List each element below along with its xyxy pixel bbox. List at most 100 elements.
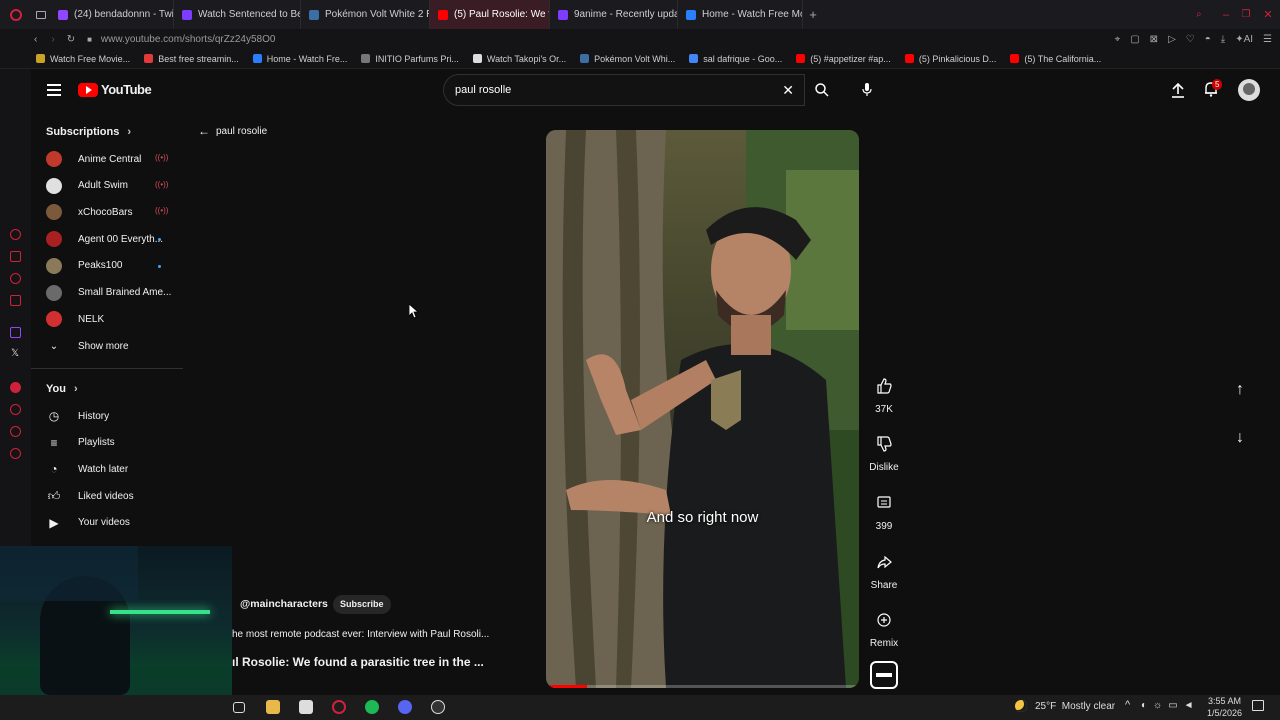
new-tab-button[interactable]: + <box>803 0 823 29</box>
opera-taskbar-icon[interactable] <box>332 700 346 714</box>
bookmark-item[interactable]: (5) #appetizer #ap... <box>796 54 891 64</box>
sidebar-subscription-item[interactable]: Small Brained Ame... <box>46 282 171 304</box>
video-description[interactable]: he most remote podcast ever: Interview w… <box>232 629 489 640</box>
hamburger-menu-icon[interactable] <box>47 84 61 96</box>
voice-search-button[interactable] <box>855 79 879 101</box>
sidebar-history-icon[interactable] <box>10 404 21 415</box>
back-to-search-link[interactable]: ← paul rosolie <box>198 124 267 138</box>
tab-overview-icon[interactable] <box>32 0 50 29</box>
shorts-video-player[interactable]: And so right now <box>546 130 859 688</box>
browser-tab[interactable]: (5) Paul Rosolie: We fo <box>430 0 550 29</box>
favorite-icon[interactable]: ♡ <box>1186 34 1195 45</box>
subscribe-button[interactable]: Subscribe <box>333 595 391 614</box>
upload-button[interactable] <box>1170 81 1186 99</box>
obs-taskbar-icon[interactable] <box>431 700 445 714</box>
bookmark-item[interactable]: (5) Pinkalicious D... <box>904 54 996 64</box>
browser-tab[interactable]: Home - Watch Free Movie <box>678 0 803 29</box>
sidebar-messenger-icon[interactable] <box>10 273 21 284</box>
next-short-button[interactable]: ↓ <box>1236 429 1244 447</box>
video-title[interactable]: ıl Rosolie: We found a parasitic tree in… <box>232 655 484 669</box>
sidebar-you-item[interactable]: 👍︎ Liked videos <box>46 485 134 507</box>
close-window-button[interactable]: ✕ <box>1256 8 1280 21</box>
browser-tab[interactable]: (24) bendadonnn - Twitch <box>50 0 174 29</box>
share-button[interactable]: Share <box>866 552 902 591</box>
clock-date[interactable]: 1/5/2026 <box>1207 708 1242 718</box>
sidebar-x-icon[interactable]: 𝕏 <box>11 348 19 359</box>
sidebar-bag-icon[interactable] <box>10 251 21 262</box>
menu-icon[interactable]: ☰ <box>1263 34 1272 45</box>
snapshot-icon[interactable]: ▢ <box>1130 34 1139 45</box>
audio-source-thumbnail[interactable] <box>870 661 898 689</box>
forward-icon[interactable]: › <box>51 34 54 45</box>
sidebar-gmail-icon[interactable] <box>10 295 21 306</box>
search-input[interactable] <box>455 84 755 96</box>
sidebar-subscription-item[interactable]: Peaks100 <box>46 255 122 277</box>
bookmark-item[interactable]: sal dafrique - Goo... <box>689 54 782 64</box>
search-tabs-icon[interactable]: ⌕ <box>1196 9 1216 20</box>
sidebar-you-item[interactable]: ≡ Playlists <box>46 432 114 454</box>
like-button[interactable]: 37K <box>866 376 902 415</box>
sidebar-spotify-icon[interactable] <box>10 382 21 393</box>
sidebar-twitch-icon[interactable] <box>10 327 21 338</box>
bookmark-favicon-icon <box>580 54 590 63</box>
download-icon[interactable]: ⤓ <box>1221 34 1225 45</box>
bookmark-item[interactable]: Watch Free Movie... <box>36 54 130 64</box>
tray-chevron-icon[interactable]: ^ <box>1125 699 1130 711</box>
account-icon[interactable]: ◓ <box>1205 34 1211 45</box>
pin-icon[interactable]: ⌖ <box>1115 34 1121 45</box>
sidebar-subscription-item[interactable]: Adult Swim <box>46 175 128 197</box>
avatar[interactable] <box>1238 79 1260 101</box>
player-icon[interactable]: ▷ <box>1168 34 1176 45</box>
bookmark-item[interactable]: Watch Takopi's Or... <box>472 54 566 64</box>
bookmark-item[interactable]: Pokémon Volt Whi... <box>580 54 675 64</box>
bookmark-item[interactable]: (5) The California... <box>1010 54 1101 64</box>
youtube-logo[interactable]: YouTube <box>78 82 152 97</box>
sidebar-you-item[interactable]: ◔ Watch later <box>46 458 128 480</box>
notification-center-icon[interactable] <box>1252 700 1264 711</box>
sidebar-you-item[interactable]: ▶ Your videos <box>46 512 130 534</box>
ai-icon[interactable]: ✦AI <box>1235 34 1253 45</box>
task-view-icon[interactable] <box>233 702 245 713</box>
bookmark-item[interactable]: INITIO Parfums Pri... <box>361 54 459 64</box>
file-explorer-icon[interactable] <box>266 700 280 714</box>
comments-button[interactable]: 399 <box>866 493 902 532</box>
sidebar-you-item[interactable]: ◷ History <box>46 405 109 427</box>
channel-handle[interactable]: @maincharacters <box>240 598 328 610</box>
microsoft-store-icon[interactable] <box>299 700 313 714</box>
adblock-icon[interactable]: ⊠ <box>1150 34 1158 45</box>
show-more-button[interactable]: ⌄ Show more <box>46 335 129 357</box>
reload-icon[interactable]: ↻ <box>67 34 75 45</box>
search-button[interactable] <box>805 74 838 106</box>
bookmark-item[interactable]: Home - Watch Fre... <box>252 54 347 64</box>
search-box[interactable]: ✕ <box>443 74 805 106</box>
discord-taskbar-icon[interactable] <box>398 700 412 714</box>
weather-text[interactable]: 25°F Mostly clear <box>1035 701 1115 712</box>
maximize-button[interactable]: ❐ <box>1236 9 1256 20</box>
dislike-button[interactable]: Dislike <box>866 434 902 473</box>
sidebar-subscription-item[interactable]: NELK <box>46 308 104 330</box>
opera-logo-icon[interactable] <box>0 0 32 29</box>
video-progress-bar[interactable] <box>546 685 859 688</box>
browser-tab[interactable]: 9anime - Recently update <box>550 0 678 29</box>
sidebar-aria-icon[interactable] <box>10 229 21 240</box>
previous-short-button[interactable]: ↑ <box>1236 381 1244 399</box>
spotify-taskbar-icon[interactable] <box>365 700 379 714</box>
channel-name: Peaks100 <box>78 260 123 272</box>
you-header[interactable]: You › <box>46 383 78 395</box>
minimize-button[interactable]: – <box>1216 9 1236 21</box>
sidebar-subscription-item[interactable]: xChocoBars <box>46 201 132 223</box>
clear-search-icon[interactable]: ✕ <box>782 82 794 99</box>
sidebar-extensions-icon[interactable] <box>10 426 21 437</box>
clock-time[interactable]: 3:55 AM <box>1208 696 1241 706</box>
browser-tab[interactable]: Watch Sentenced to Be a <box>174 0 301 29</box>
bookmark-item[interactable]: Best free streamin... <box>144 54 239 64</box>
sidebar-settings-icon[interactable] <box>10 448 21 459</box>
url-field[interactable]: www.youtube.com/shorts/qrZz24y58O0 <box>101 34 276 45</box>
remix-button[interactable]: Remix <box>866 610 902 649</box>
notifications-button[interactable]: 5 <box>1203 79 1223 99</box>
back-icon[interactable]: ‹ <box>34 34 37 45</box>
subscriptions-header[interactable]: Subscriptions › <box>46 126 131 138</box>
browser-tab[interactable]: Pokémon Volt White 2 Re <box>301 0 430 29</box>
sidebar-subscription-item[interactable]: Agent 00 Everyth... <box>46 228 163 250</box>
sidebar-subscription-item[interactable]: Anime Central <box>46 148 141 170</box>
